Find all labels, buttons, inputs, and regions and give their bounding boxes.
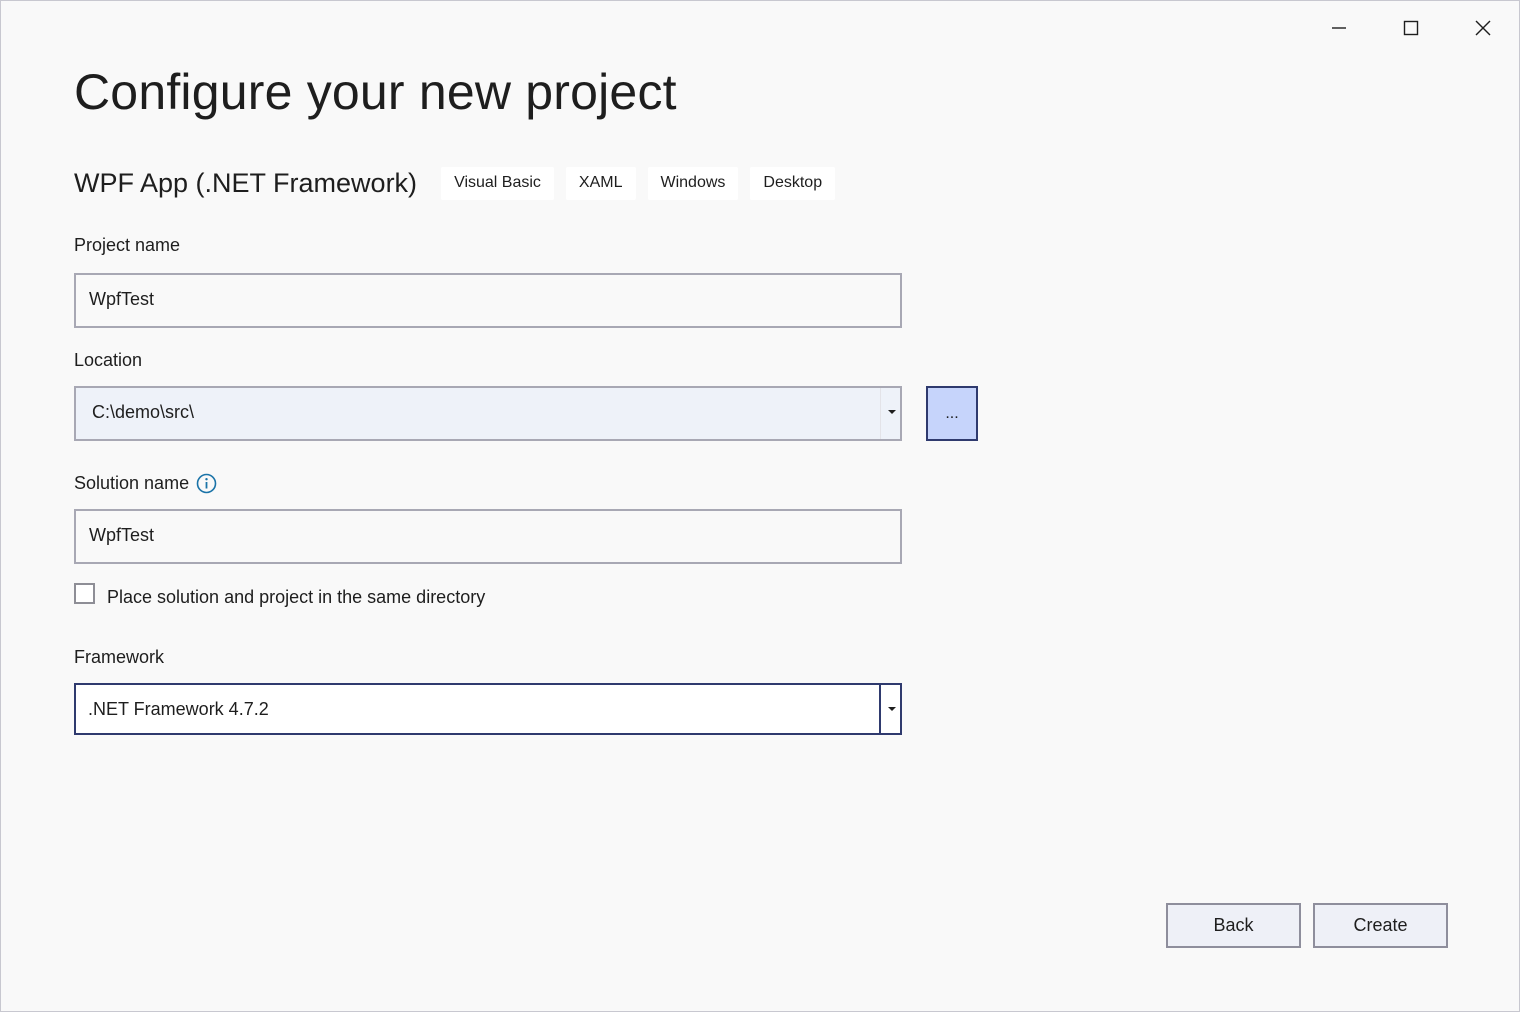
same-directory-label[interactable]: Place solution and project in the same d… [107, 587, 485, 608]
chevron-down-icon[interactable] [888, 410, 896, 414]
maximize-button[interactable] [1375, 9, 1447, 47]
framework-value: .NET Framework 4.7.2 [88, 699, 269, 719]
back-button[interactable]: Back [1166, 903, 1301, 948]
close-button[interactable] [1447, 9, 1519, 47]
close-icon [1475, 20, 1491, 36]
tag-platform: Windows [647, 167, 739, 200]
project-name-input[interactable]: WpfTest [74, 273, 902, 328]
info-icon[interactable] [196, 473, 217, 494]
location-value: C:\demo\src\ [92, 402, 195, 422]
create-button[interactable]: Create [1313, 903, 1448, 948]
browse-button[interactable]: ... [926, 386, 978, 441]
minimize-icon [1332, 27, 1346, 29]
framework-label: Framework [74, 647, 165, 667]
project-name-value: WpfTest [89, 289, 155, 309]
solution-name-label: Solution name [74, 473, 190, 493]
window-controls [1303, 9, 1519, 47]
solution-name-input[interactable]: WpfTest [74, 509, 902, 564]
template-row: WPF App (.NET Framework) Visual Basic XA… [74, 167, 847, 200]
framework-combobox[interactable]: .NET Framework 4.7.2 [74, 683, 902, 735]
template-name: WPF App (.NET Framework) [74, 168, 418, 198]
project-name-label: Project name [74, 235, 181, 255]
location-label: Location [74, 350, 143, 370]
solution-name-value: WpfTest [89, 525, 155, 545]
tag-language: Visual Basic [441, 167, 554, 200]
chevron-down-icon[interactable] [888, 707, 896, 711]
same-directory-checkbox[interactable] [74, 583, 95, 604]
framework-divider [879, 685, 881, 733]
maximize-icon [1403, 20, 1419, 36]
page-title: Configure your new project [74, 64, 677, 120]
tag-project-type: Desktop [750, 167, 836, 200]
minimize-button[interactable] [1303, 9, 1375, 47]
location-combobox[interactable]: C:\demo\src\ [74, 386, 902, 441]
location-divider [880, 388, 881, 439]
dialog-window: Configure your new project WPF App (.NET… [0, 0, 1520, 1012]
tag-xaml: XAML [565, 167, 636, 200]
